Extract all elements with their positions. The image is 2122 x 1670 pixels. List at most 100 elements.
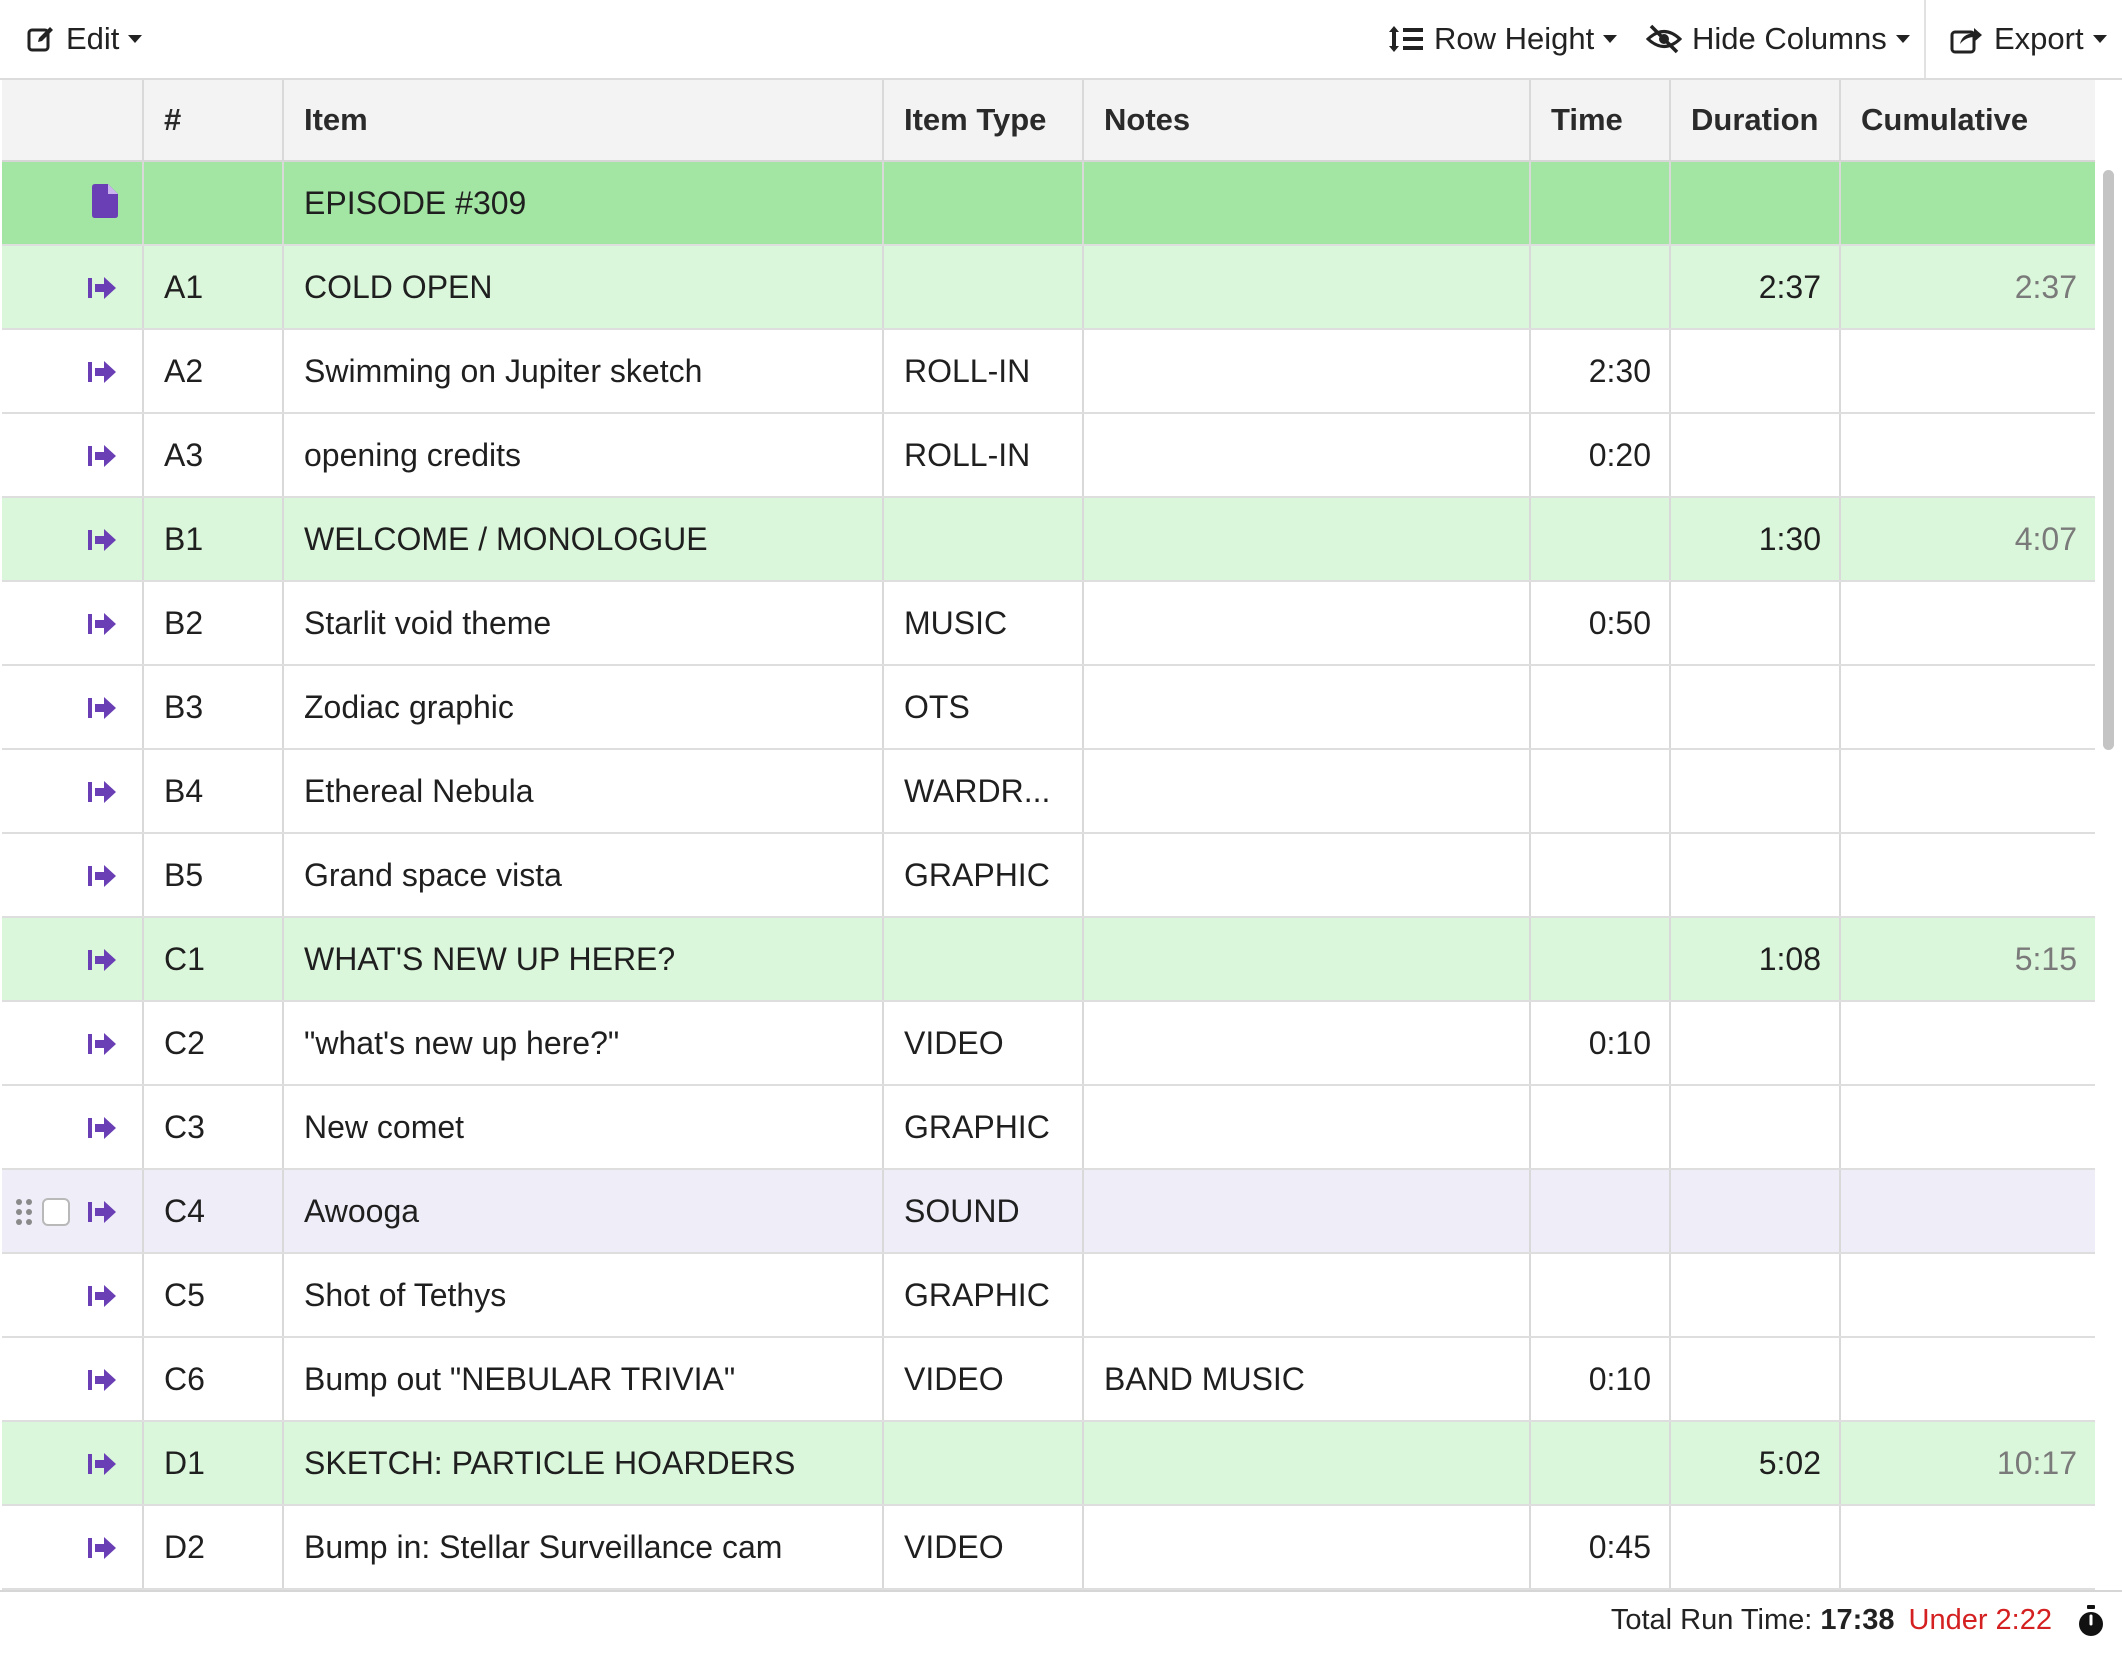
row-time[interactable]	[1531, 918, 1671, 1000]
row-item[interactable]: Starlit void theme	[284, 582, 884, 664]
row-height-button[interactable]: Row Height	[1388, 0, 1618, 78]
header-number[interactable]: #	[144, 80, 284, 160]
row-cumulative[interactable]	[1841, 1002, 2095, 1084]
row-notes[interactable]	[1084, 498, 1531, 580]
row-time[interactable]: 0:20	[1531, 414, 1671, 496]
row-duration[interactable]	[1671, 162, 1841, 244]
row-notes[interactable]	[1084, 1254, 1531, 1336]
row-cumulative[interactable]	[1841, 330, 2095, 412]
row-number[interactable]: B4	[144, 750, 284, 832]
row-notes[interactable]	[1084, 1086, 1531, 1168]
row-item[interactable]: EPISODE #309	[284, 162, 884, 244]
row-duration[interactable]	[1671, 582, 1841, 664]
table-row[interactable]: A2 Swimming on Jupiter sketch ROLL-IN 2:30	[2, 330, 2095, 414]
segment-row[interactable]: C1 WHAT'S NEW UP HERE? 1:08 5:15	[2, 918, 2095, 1002]
row-notes[interactable]	[1084, 414, 1531, 496]
header-cumulative[interactable]: Cumulative	[1841, 80, 2095, 160]
row-notes[interactable]	[1084, 246, 1531, 328]
row-item[interactable]: WELCOME / MONOLOGUE	[284, 498, 884, 580]
cue-arrow-icon[interactable]	[88, 1282, 118, 1310]
table-row[interactable]: C2 "what's new up here?" VIDEO 0:10	[2, 1002, 2095, 1086]
row-cumulative[interactable]	[1841, 750, 2095, 832]
row-time[interactable]: 2:30	[1531, 330, 1671, 412]
row-number[interactable]: B1	[144, 498, 284, 580]
row-cumulative[interactable]: 10:17	[1841, 1422, 2095, 1504]
row-time[interactable]	[1531, 1086, 1671, 1168]
row-number[interactable]: B5	[144, 834, 284, 916]
header-notes[interactable]: Notes	[1084, 80, 1531, 160]
segment-row[interactable]: D1 SKETCH: PARTICLE HOARDERS 5:02 10:17	[2, 1422, 2095, 1506]
segment-row[interactable]: B1 WELCOME / MONOLOGUE 1:30 4:07	[2, 498, 2095, 582]
row-cumulative[interactable]	[1841, 1170, 2095, 1252]
row-duration[interactable]	[1671, 414, 1841, 496]
row-item[interactable]: SKETCH: PARTICLE HOARDERS	[284, 1422, 884, 1504]
row-item-type[interactable]: GRAPHIC	[884, 834, 1084, 916]
row-notes[interactable]	[1084, 1002, 1531, 1084]
row-item-type[interactable]: GRAPHIC	[884, 1086, 1084, 1168]
row-duration[interactable]	[1671, 1086, 1841, 1168]
row-cumulative[interactable]: 2:37	[1841, 246, 2095, 328]
row-cumulative[interactable]	[1841, 1338, 2095, 1420]
row-duration[interactable]: 5:02	[1671, 1422, 1841, 1504]
row-duration[interactable]	[1671, 330, 1841, 412]
header-time[interactable]: Time	[1531, 80, 1671, 160]
row-number[interactable]: C1	[144, 918, 284, 1000]
row-item[interactable]: "what's new up here?"	[284, 1002, 884, 1084]
cue-arrow-icon[interactable]	[88, 610, 118, 638]
edit-menu-button[interactable]: Edit	[26, 0, 143, 78]
row-number[interactable]: C5	[144, 1254, 284, 1336]
scrollbar-thumb[interactable]	[2103, 170, 2114, 750]
cue-arrow-icon[interactable]	[88, 1366, 118, 1394]
row-duration[interactable]: 1:30	[1671, 498, 1841, 580]
row-number[interactable]: A2	[144, 330, 284, 412]
row-duration[interactable]	[1671, 1170, 1841, 1252]
export-button[interactable]: Export	[1950, 0, 2107, 78]
row-number[interactable]: C3	[144, 1086, 284, 1168]
row-item-type[interactable]: GRAPHIC	[884, 1254, 1084, 1336]
row-duration[interactable]	[1671, 666, 1841, 748]
row-duration[interactable]	[1671, 1506, 1841, 1588]
row-notes[interactable]	[1084, 1422, 1531, 1504]
row-item[interactable]: Awooga	[284, 1170, 884, 1252]
row-time[interactable]	[1531, 1422, 1671, 1504]
row-time[interactable]	[1531, 498, 1671, 580]
row-number[interactable]: A1	[144, 246, 284, 328]
row-checkbox[interactable]	[42, 1198, 70, 1226]
row-item-type[interactable]: MUSIC	[884, 582, 1084, 664]
row-time[interactable]	[1531, 834, 1671, 916]
row-number[interactable]: C4	[144, 1170, 284, 1252]
cue-arrow-icon[interactable]	[88, 1534, 118, 1562]
header-item-type[interactable]: Item Type	[884, 80, 1084, 160]
row-number[interactable]: C2	[144, 1002, 284, 1084]
row-notes[interactable]: BAND MUSIC	[1084, 1338, 1531, 1420]
row-cumulative[interactable]	[1841, 582, 2095, 664]
row-item-type[interactable]: OTS	[884, 666, 1084, 748]
row-item[interactable]: Swimming on Jupiter sketch	[284, 330, 884, 412]
drag-handle-icon[interactable]	[14, 1196, 34, 1228]
table-row[interactable]: A3 opening credits ROLL-IN 0:20	[2, 414, 2095, 498]
row-cumulative[interactable]: 4:07	[1841, 498, 2095, 580]
row-item-type[interactable]	[884, 918, 1084, 1000]
row-cumulative[interactable]: 5:15	[1841, 918, 2095, 1000]
hide-columns-button[interactable]: Hide Columns	[1646, 0, 1910, 78]
row-time[interactable]: 0:50	[1531, 582, 1671, 664]
row-item[interactable]: Shot of Tethys	[284, 1254, 884, 1336]
row-item-type[interactable]	[884, 246, 1084, 328]
row-item-type[interactable]: VIDEO	[884, 1002, 1084, 1084]
row-item[interactable]: COLD OPEN	[284, 246, 884, 328]
cue-arrow-icon[interactable]	[88, 1030, 118, 1058]
cue-arrow-icon[interactable]	[88, 694, 118, 722]
row-notes[interactable]	[1084, 750, 1531, 832]
table-row[interactable]: C5 Shot of Tethys GRAPHIC	[2, 1254, 2095, 1338]
row-item[interactable]: WHAT'S NEW UP HERE?	[284, 918, 884, 1000]
cue-arrow-icon[interactable]	[88, 862, 118, 890]
row-item-type[interactable]	[884, 498, 1084, 580]
row-item[interactable]: Zodiac graphic	[284, 666, 884, 748]
cue-arrow-icon[interactable]	[88, 1114, 118, 1142]
row-cumulative[interactable]	[1841, 414, 2095, 496]
row-notes[interactable]	[1084, 918, 1531, 1000]
cue-arrow-icon[interactable]	[88, 1198, 118, 1226]
row-duration[interactable]	[1671, 1002, 1841, 1084]
header-duration[interactable]: Duration	[1671, 80, 1841, 160]
row-number[interactable]: D1	[144, 1422, 284, 1504]
